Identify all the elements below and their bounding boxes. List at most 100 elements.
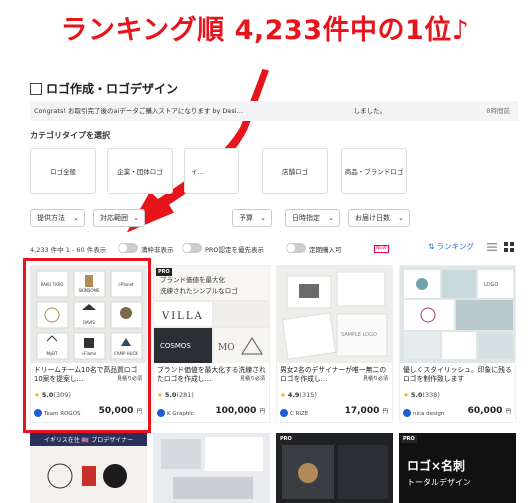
estimate-tag: 見積り必須 bbox=[239, 375, 265, 382]
card-rating: ★ 5.0(281) bbox=[157, 391, 194, 399]
toggle-label: PRO認定を優先表示 bbox=[205, 246, 265, 254]
seller-name: nica design bbox=[413, 411, 445, 417]
service-card[interactable]: イギリス在住 🇬🇧 プロデザイナー bbox=[30, 433, 147, 503]
sort-ranking[interactable]: ⇅ ランキング bbox=[428, 241, 474, 252]
page-title-text: ロゴ作成・ロゴデザイン bbox=[46, 82, 179, 96]
chevron-down-icon: ⌄ bbox=[133, 214, 139, 222]
grid-view-icon[interactable] bbox=[504, 242, 514, 252]
seller-name: K Graphic bbox=[167, 411, 194, 417]
service-card[interactable] bbox=[153, 433, 270, 503]
result-count: 4,233 件中 1 - 60 件表示 bbox=[30, 246, 107, 254]
service-card[interactable]: SAMPLE LOGO 男女2名のデザイナーが唯一無二のロゴを作成し… 見積り必… bbox=[276, 265, 393, 423]
pro-badge: PRO bbox=[278, 435, 294, 443]
thumb-subheading: 洗練されたシンプルなロゴ bbox=[160, 286, 238, 295]
sort-icon: ⇅ bbox=[428, 242, 437, 251]
card-title: 優しくスタイリッシュ。印象に残るロゴを制作致します bbox=[403, 366, 512, 383]
seller[interactable]: K Graphic bbox=[157, 409, 194, 417]
brand-thumbnail: ブランド価値を最大化 洗練されたシンプルなロゴ VILLA COSMOS MO bbox=[154, 266, 269, 363]
thumb-heading: ブランド価値を最大化 bbox=[160, 275, 226, 284]
chevron-down-icon: ⌄ bbox=[73, 214, 79, 222]
thumb-logo: COSMOS bbox=[160, 342, 191, 350]
card-rating: ★ 4.9(315) bbox=[280, 391, 317, 399]
filter-delivery-method[interactable]: 提供方法 ⌄ bbox=[30, 209, 85, 227]
thumb-heading: ロゴ×名刺 bbox=[407, 459, 466, 473]
seller[interactable]: nica design bbox=[403, 409, 444, 417]
toggle-label: 満枠非表示 bbox=[141, 246, 174, 254]
chevron-down-icon: ⌄ bbox=[328, 214, 334, 222]
list-view-icon[interactable] bbox=[487, 242, 497, 252]
page-title: ロゴ作成・ロゴデザイン bbox=[30, 80, 178, 97]
category-corporate[interactable]: 企業・団体ロゴ bbox=[107, 148, 173, 194]
pro-badge: PRO bbox=[401, 435, 417, 443]
seller[interactable]: C RIZE bbox=[280, 409, 308, 417]
service-card[interactable]: PRO ロゴ×名刺 トータルデザイン bbox=[399, 433, 516, 503]
filter-label: 対応範囲 bbox=[100, 214, 128, 222]
avatar bbox=[157, 409, 165, 417]
thumb-logo: MO bbox=[218, 343, 235, 353]
section-label: カテゴリタイプを選択 bbox=[30, 131, 110, 140]
card-thumbnail bbox=[47, 463, 127, 489]
new-badge: NEW bbox=[374, 245, 389, 253]
category-event[interactable]: イ… bbox=[184, 148, 239, 194]
toggle-pro-first[interactable] bbox=[182, 243, 202, 253]
estimate-tag: 見積り必須 bbox=[362, 375, 388, 382]
thumb-logo: SAMPLE LOGO bbox=[341, 332, 377, 338]
toggle-hide-full[interactable] bbox=[118, 243, 138, 253]
filter-date[interactable]: 日時指定 ⌄ bbox=[285, 209, 340, 227]
filter-scope[interactable]: 対応範囲 ⌄ bbox=[93, 209, 145, 227]
card-thumbnail: SAMPLE LOGO bbox=[277, 266, 392, 363]
card-price: 17,000 円 bbox=[345, 406, 388, 416]
collage-thumbnail: LOGO bbox=[404, 270, 513, 359]
pro-badge: PRO bbox=[156, 268, 172, 276]
rating-value: 5.0 bbox=[410, 391, 423, 399]
filter-budget[interactable]: 予算 ⌄ bbox=[232, 209, 272, 227]
price-value: 17,000 bbox=[344, 406, 380, 416]
card-price: 100,000 円 bbox=[215, 406, 265, 416]
category-product[interactable]: 商品・ブランドロゴ bbox=[341, 148, 407, 194]
review-count: (281) bbox=[176, 391, 194, 399]
card-banner: イギリス在住 🇬🇧 プロデザイナー bbox=[30, 433, 147, 446]
star-icon: ★ bbox=[403, 391, 409, 399]
card-price: 60,000 円 bbox=[468, 406, 511, 416]
service-card[interactable]: LOGO 優しくスタイリッシュ。印象に残るロゴを制作致します ★ 5.0(338… bbox=[399, 265, 516, 423]
filter-delivery-days[interactable]: お届け日数 ⌄ bbox=[348, 209, 410, 227]
category-logo-all[interactable]: ロゴ全般 bbox=[30, 148, 96, 194]
filter-label: 提供方法 bbox=[37, 214, 65, 222]
notice-bar[interactable]: Congrats! お取引完了後のaiデータご購入ストアになります by Des… bbox=[30, 101, 518, 121]
avatar bbox=[403, 409, 411, 417]
star-icon: ★ bbox=[280, 391, 286, 399]
card-thumbnail: LOGO bbox=[400, 266, 515, 363]
filter-label: お届け日数 bbox=[355, 214, 390, 222]
filter-label: 日時指定 bbox=[292, 214, 320, 222]
notice-time: 8時間前 bbox=[486, 107, 510, 115]
highlight-box bbox=[23, 258, 151, 433]
filter-label: 予算 bbox=[239, 214, 253, 222]
card-thumbnail bbox=[161, 437, 263, 499]
card-thumbnail bbox=[282, 445, 388, 499]
notice-text: Congrats! お取引完了後のaiデータご購入ストアになります by Des… bbox=[34, 107, 387, 115]
avatar bbox=[280, 409, 288, 417]
toggle-subscription[interactable] bbox=[286, 243, 306, 253]
logo-category-icon bbox=[30, 83, 42, 95]
category-store[interactable]: 店舗ロゴ bbox=[262, 148, 328, 194]
sort-label: ランキング bbox=[436, 242, 474, 251]
price-unit: 円 bbox=[382, 409, 388, 415]
price-value: 100,000 bbox=[215, 406, 257, 416]
price-value: 60,000 bbox=[467, 406, 503, 416]
stationery-thumbnail: SAMPLE LOGO bbox=[281, 271, 388, 360]
card-thumbnail: ブランド価値を最大化 洗練されたシンプルなロゴ VILLA COSMOS MO … bbox=[154, 266, 269, 363]
rating-value: 4.9 bbox=[287, 391, 300, 399]
thumb-subheading: トータルデザイン bbox=[407, 478, 471, 487]
price-unit: 円 bbox=[505, 409, 511, 415]
card-rating: ★ 5.0(338) bbox=[403, 391, 440, 399]
review-count: (315) bbox=[299, 391, 317, 399]
chevron-down-icon: ⌄ bbox=[260, 214, 266, 222]
price-unit: 円 bbox=[259, 409, 265, 415]
toggle-label: 定期購入可 bbox=[309, 246, 342, 254]
service-card[interactable]: PRO bbox=[276, 433, 393, 503]
service-card[interactable]: ブランド価値を最大化 洗練されたシンプルなロゴ VILLA COSMOS MO … bbox=[153, 265, 270, 423]
star-icon: ★ bbox=[157, 391, 163, 399]
thumb-logo: VILLA bbox=[161, 311, 204, 322]
chevron-down-icon: ⌄ bbox=[398, 214, 404, 222]
seller-name: C RIZE bbox=[290, 411, 309, 417]
